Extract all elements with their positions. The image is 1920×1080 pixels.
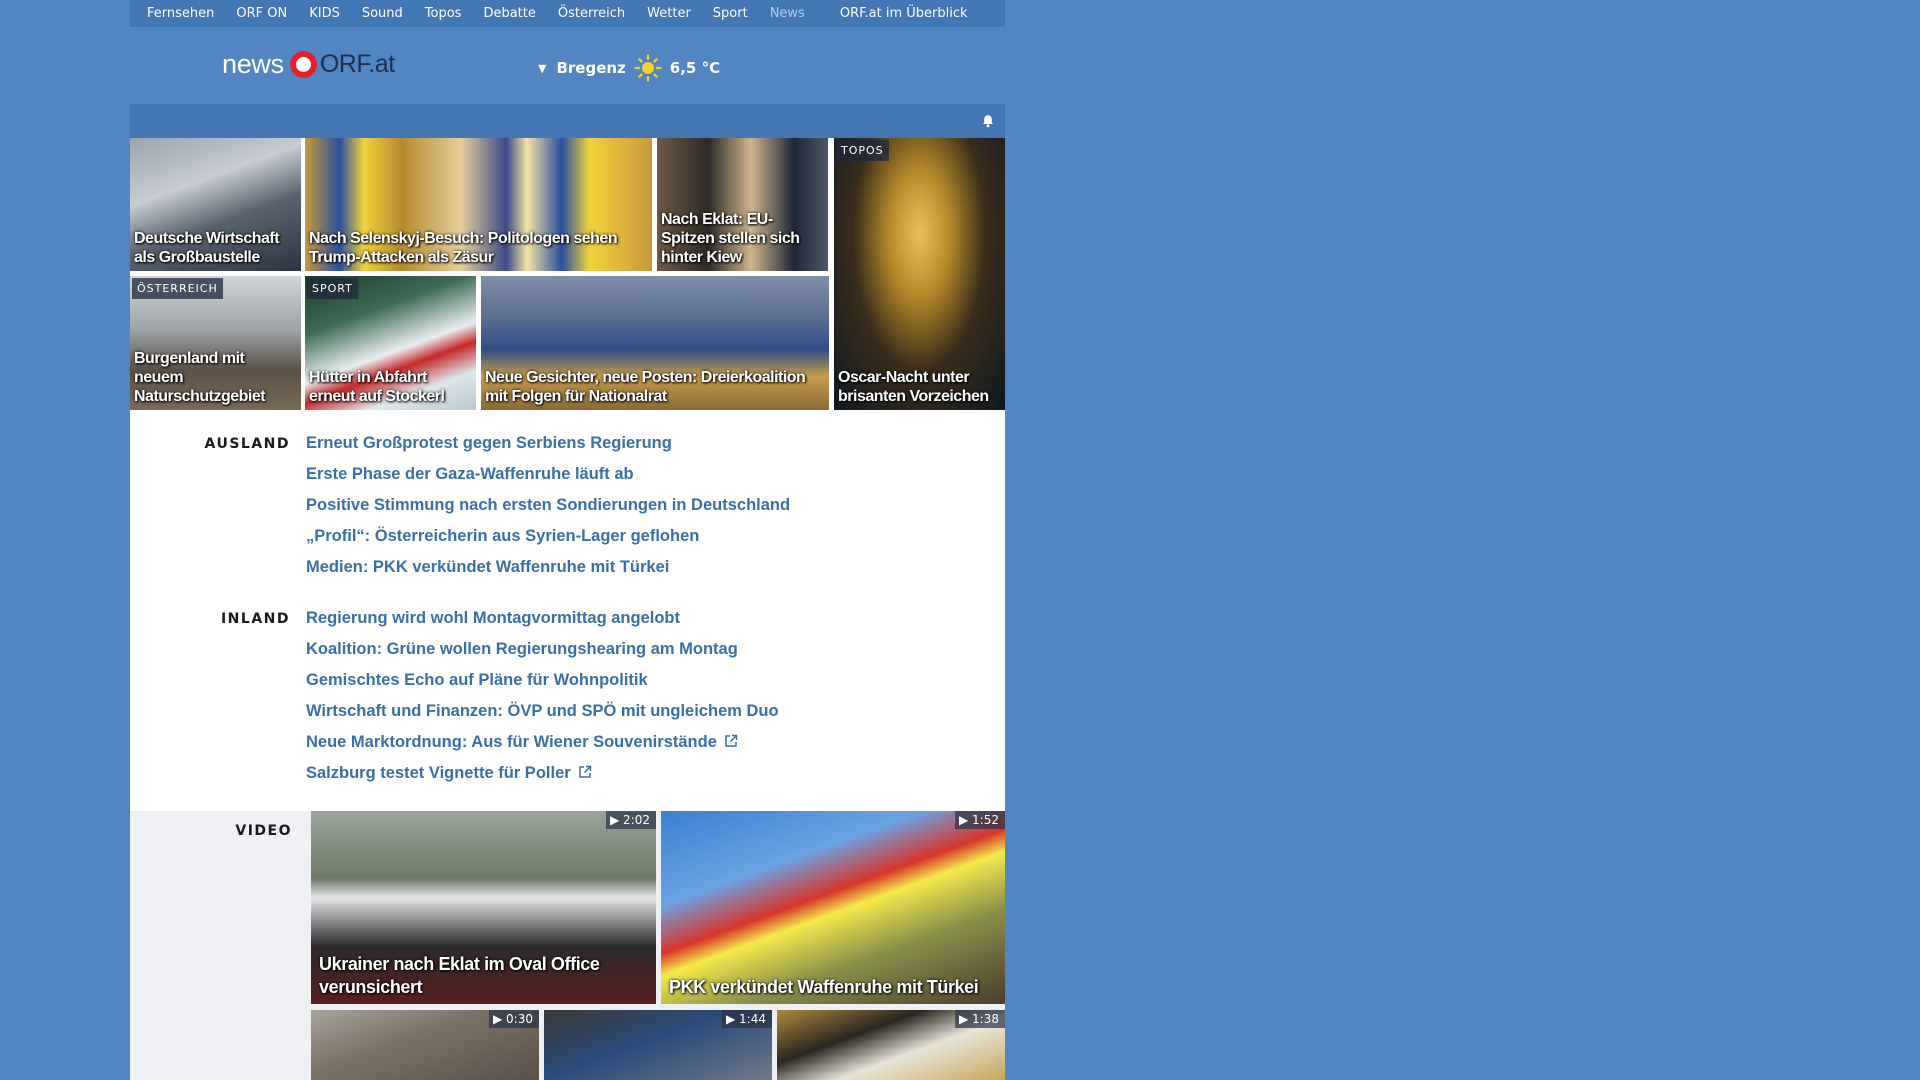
video-duration: ▶ 1:52	[955, 811, 1005, 829]
nav-overview-link[interactable]: ORF.at im Überblick	[840, 6, 968, 21]
nav-item-news-active[interactable]: News	[770, 6, 805, 21]
teaser-tile[interactable]: Deutsche Wirtschaft als Großbaustelle	[130, 138, 301, 271]
teaser-tile[interactable]: SPORT Hütter in Abfahrt erneut auf Stock…	[305, 276, 476, 410]
teaser-tile[interactable]: Neue Gesichter, neue Posten: Dreierkoali…	[481, 276, 829, 410]
ausland-link-list: Erneut Großprotest gegen Serbiens Regier…	[306, 432, 790, 587]
teaser-tile[interactable]: Nach Selenskyj-Besuch: Politologen sehen…	[305, 138, 652, 271]
play-icon: ▶	[493, 1012, 507, 1026]
nav-item-fernsehen[interactable]: Fernsehen	[147, 6, 214, 21]
news-link[interactable]: Regierung wird wohl Montagvormittag ange…	[306, 607, 779, 638]
nav-item-sport[interactable]: Sport	[713, 6, 748, 21]
news-link[interactable]: Gemischtes Echo auf Pläne für Wohnpoliti…	[306, 669, 779, 700]
dropdown-triangle-icon: ▼	[538, 61, 547, 75]
logo-orf-text: ORF.at	[319, 50, 395, 78]
news-link[interactable]: Wirtschaft und Finanzen: ÖVP und SPÖ mit…	[306, 700, 779, 731]
video-duration: ▶ 1:44	[722, 1010, 772, 1028]
nav-item-topos[interactable]: Topos	[425, 6, 462, 21]
play-icon: ▶	[610, 813, 624, 827]
play-icon: ▶	[726, 1012, 740, 1026]
external-link-icon	[725, 734, 738, 747]
video-section: VIDEO ▶ 2:02 Ukrainer nach Eklat im Oval…	[130, 811, 1005, 1080]
section-label-inland: INLAND	[220, 611, 290, 627]
video-tile[interactable]: ▶ 1:38	[777, 1010, 1005, 1080]
nav-item-debatte[interactable]: Debatte	[483, 6, 535, 21]
section-label-ausland: AUSLAND	[204, 436, 290, 452]
nav-item-oesterreich[interactable]: Österreich	[558, 6, 625, 21]
external-link-icon	[578, 765, 591, 778]
teaser-category-tag: TOPOS	[836, 140, 889, 161]
nav-item-orf-on[interactable]: ORF ON	[236, 6, 287, 21]
nav-item-sound[interactable]: Sound	[362, 6, 403, 21]
news-link-external[interactable]: Neue Marktordnung: Aus für Wiener Souven…	[306, 731, 779, 762]
inland-link-list: Regierung wird wohl Montagvormittag ange…	[306, 607, 779, 793]
video-tile[interactable]: ▶ 1:52 PKK verkündet Waffenruhe mit Türk…	[661, 811, 1005, 1004]
teaser-title: Hütter in Abfahrt erneut auf Stockerl	[309, 369, 445, 405]
weather-temperature: 6,5 °C	[669, 59, 721, 77]
site-header: news ORF.at ▼ Bregenz 6,5 °C	[130, 27, 1005, 104]
top-navigation: Fernsehen ORF ON KIDS Sound Topos Debatt…	[130, 0, 1005, 27]
teaser-title: Nach Selenskyj-Besuch: Politologen sehen…	[309, 230, 618, 266]
video-tile[interactable]: ▶ 2:02 Ukrainer nach Eklat im Oval Offic…	[311, 811, 656, 1004]
news-link[interactable]: Medien: PKK verkündet Waffenruhe mit Tür…	[306, 556, 790, 587]
section-label-video: VIDEO	[235, 823, 292, 839]
weather-widget[interactable]: ▼ Bregenz 6,5 °C	[538, 54, 720, 82]
video-title: PKK verkündet Waffenruhe mit Türkei	[669, 977, 979, 997]
notification-bar	[130, 104, 1005, 138]
teaser-title: Burgenland mit neuem Naturschutzgebiet	[134, 350, 266, 405]
teaser-tile[interactable]: ÖSTERREICH Burgenland mit neuem Natursch…	[130, 276, 301, 410]
play-icon: ▶	[959, 813, 973, 827]
bell-icon[interactable]	[981, 114, 995, 128]
news-link[interactable]: „Profil“: Österreicherin aus Syrien-Lage…	[306, 525, 790, 556]
nav-item-kids[interactable]: KIDS	[309, 6, 340, 21]
news-link-external[interactable]: Salzburg testet Vignette für Poller	[306, 762, 779, 793]
duration-text: 1:38	[972, 1012, 999, 1026]
video-tile[interactable]: ▶ 1:44	[544, 1010, 772, 1080]
teaser-title: Nach Eklat: EU-Spitzen stellen sich hint…	[661, 211, 800, 266]
teaser-title: Neue Gesichter, neue Posten: Dreierkoali…	[485, 369, 806, 405]
news-link-text: Neue Marktordnung: Aus für Wiener Souven…	[306, 733, 717, 751]
duration-text: 2:02	[623, 813, 650, 827]
news-orf-logo[interactable]: news ORF.at	[222, 49, 395, 80]
news-link[interactable]: Positive Stimmung nach ersten Sondierung…	[306, 494, 790, 525]
news-link-text: Salzburg testet Vignette für Poller	[306, 764, 571, 782]
video-tile[interactable]: ▶ 0:30	[311, 1010, 539, 1080]
teaser-title: Deutsche Wirtschaft als Großbaustelle	[134, 230, 280, 266]
news-link[interactable]: Koalition: Grüne wollen Regierungshearin…	[306, 638, 779, 669]
weather-city: Bregenz	[556, 59, 626, 77]
sun-icon	[634, 54, 662, 82]
teaser-tile[interactable]: Nach Eklat: EU-Spitzen stellen sich hint…	[657, 138, 828, 271]
news-link[interactable]: Erste Phase der Gaza-Waffenruhe läuft ab	[306, 463, 790, 494]
duration-text: 1:52	[972, 813, 999, 827]
nav-item-wetter[interactable]: Wetter	[647, 6, 691, 21]
news-link[interactable]: Erneut Großprotest gegen Serbiens Regier…	[306, 432, 790, 463]
teaser-tile[interactable]: TOPOS Oscar-Nacht unter brisanten Vorzei…	[834, 138, 1005, 410]
video-duration: ▶ 2:02	[606, 811, 656, 829]
play-icon: ▶	[959, 1012, 973, 1026]
duration-text: 0:30	[506, 1012, 533, 1026]
teaser-category-tag: ÖSTERREICH	[132, 278, 223, 299]
duration-text: 1:44	[739, 1012, 766, 1026]
video-duration: ▶ 1:38	[955, 1010, 1005, 1028]
teaser-category-tag: SPORT	[307, 278, 358, 299]
orf-ring-icon	[289, 51, 317, 78]
video-duration: ▶ 0:30	[489, 1010, 539, 1028]
video-title: Ukrainer nach Eklat im Oval Office verun…	[319, 954, 600, 997]
news-lists: AUSLAND Erneut Großprotest gegen Serbien…	[130, 410, 1005, 811]
logo-news-text: news	[222, 49, 284, 79]
teaser-grid: Deutsche Wirtschaft als Großbaustelle Na…	[130, 138, 1005, 410]
teaser-title: Oscar-Nacht unter brisanten Vorzeichen	[838, 369, 989, 405]
